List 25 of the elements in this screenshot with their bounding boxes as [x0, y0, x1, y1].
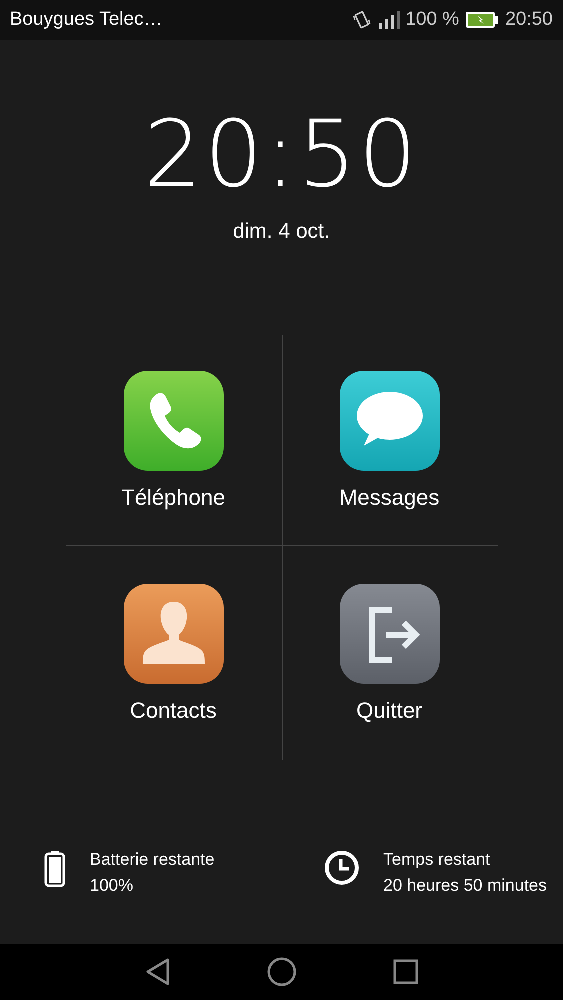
carrier-name: Bouygues Telec… [10, 8, 163, 31]
clock-icon [324, 850, 360, 886]
clock-time: 20:50 [144, 100, 420, 210]
info-title: Temps restant [384, 850, 492, 870]
app-label[interactable]: Contacts [130, 698, 217, 724]
info-value: 20 heures 50 minutes [384, 876, 547, 896]
battery-percent: 100 % [406, 8, 460, 31]
chat-bubble-app-icon[interactable] [340, 371, 440, 472]
exit-app-icon[interactable] [340, 584, 440, 684]
status-time: 20:50 [505, 8, 553, 31]
app-label[interactable]: Quitter [356, 698, 423, 724]
home-icon[interactable] [266, 956, 296, 987]
clock-date: dim. 4 oct. [233, 220, 330, 244]
info-title: Batterie restante [90, 850, 215, 870]
back-icon[interactable] [144, 958, 170, 986]
person-app-icon[interactable] [124, 584, 224, 684]
battery-charging-icon [465, 10, 500, 29]
battery-icon [44, 850, 66, 888]
app-label[interactable]: Messages [339, 485, 440, 512]
recents-icon[interactable] [392, 958, 418, 985]
app-label[interactable]: Téléphone [122, 485, 226, 512]
phone-app-icon[interactable] [124, 371, 224, 472]
signal-icon [378, 10, 400, 29]
info-value: 100% [90, 876, 134, 896]
vibrate-icon [352, 10, 372, 30]
